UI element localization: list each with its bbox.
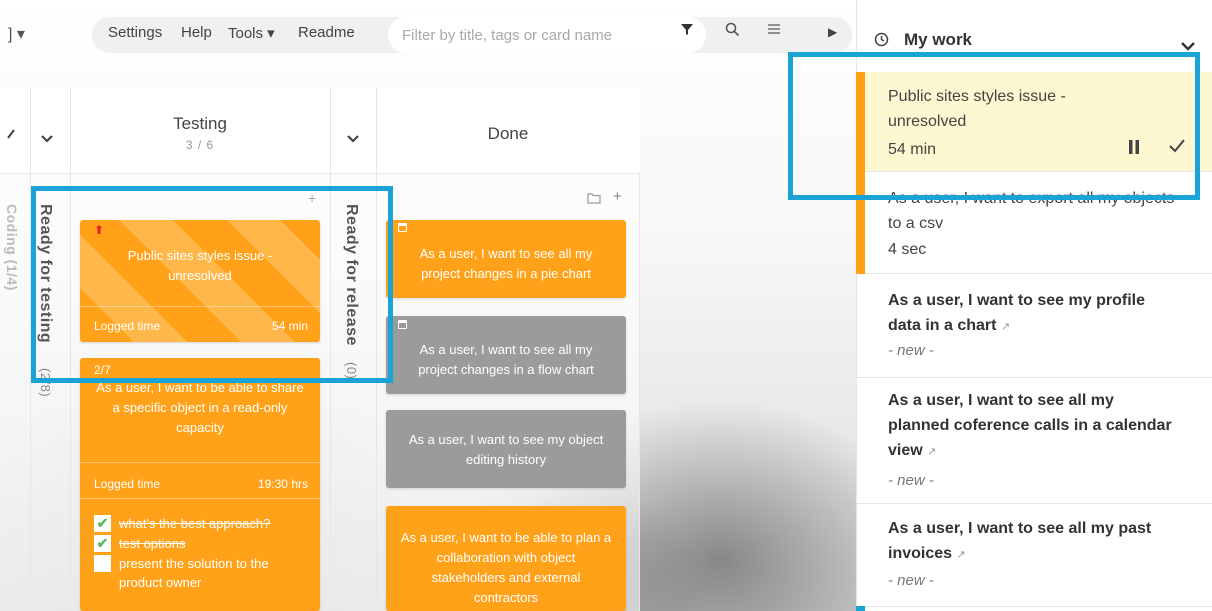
caret-right-icon[interactable]: ▶	[828, 25, 837, 39]
collapse-column-icon[interactable]	[6, 124, 16, 145]
folder-icon[interactable]	[587, 191, 601, 209]
card-title: As a user, I want to see my object editi…	[408, 432, 604, 467]
card-pie-chart[interactable]: As a user, I want to see all my project …	[386, 220, 626, 298]
card-share-object[interactable]: 2/7 As a user, I want to be able to shar…	[80, 358, 320, 611]
column-title-done: Done	[487, 124, 529, 143]
checkbox-checked[interactable]: ✔	[94, 535, 111, 552]
column-count-testing: 3 / 6	[185, 138, 215, 152]
logged-time-value: 19:30 hrs	[257, 477, 308, 491]
work-item-title: As a user, I want to see all my past inv…	[888, 520, 1152, 562]
work-item-title: As a user, I want to see my profile data…	[888, 292, 1145, 334]
card-logged-time: Logged time 19:30 hrs	[94, 474, 308, 494]
card-title: As a user, I want to see all my project …	[418, 342, 594, 377]
external-link-icon[interactable]: ↗	[956, 549, 965, 561]
filter-icon[interactable]	[680, 22, 694, 41]
card-collaboration[interactable]: As a user, I want to be able to plan a c…	[386, 506, 626, 611]
checkbox-unchecked[interactable]	[94, 555, 111, 572]
item-color-bar	[856, 606, 865, 611]
readme-link[interactable]: Readme	[298, 24, 355, 41]
card-divider	[80, 498, 320, 499]
card-title: As a user, I want to be able to plan a c…	[400, 530, 612, 605]
work-item-title: As a user, I want to see all my planned …	[888, 392, 1172, 459]
card-title: As a user, I want to see all my project …	[419, 246, 593, 281]
calendar-icon	[398, 223, 407, 232]
checkbox-checked[interactable]: ✔	[94, 515, 111, 532]
card-flow-chart[interactable]: As a user, I want to see all my project …	[386, 316, 626, 394]
card-editing-history[interactable]: As a user, I want to see my object editi…	[386, 410, 626, 488]
my-work-title: My work	[904, 30, 973, 49]
work-item-status: - new -	[888, 342, 934, 359]
calendar-icon	[398, 320, 407, 329]
board-selector[interactable]: ] ▾	[8, 24, 25, 44]
tools-menu[interactable]: Tools ▾	[228, 24, 275, 42]
chevron-down-icon[interactable]	[40, 128, 54, 149]
highlight-box-my-work	[788, 52, 1200, 200]
filter-input[interactable]	[388, 17, 706, 53]
external-link-icon[interactable]: ↗	[1001, 321, 1010, 333]
work-item-status: - new -	[888, 572, 934, 589]
chevron-down-icon[interactable]	[346, 128, 360, 149]
logged-time-label: Logged time	[94, 477, 161, 491]
highlight-box-card	[31, 186, 393, 383]
menu-icon[interactable]	[767, 22, 781, 41]
column-title-testing: Testing	[173, 114, 227, 133]
checklist-item[interactable]: ✔ what's the best approach?	[94, 514, 310, 533]
add-card-icon[interactable]: +	[613, 188, 622, 205]
external-link-icon[interactable]: ↗	[927, 446, 936, 458]
checklist-item[interactable]: ✔ test options	[94, 534, 310, 553]
lane-label-coding: Coding (1/4)	[4, 204, 20, 291]
checklist-item[interactable]: present the solution to the product owne…	[94, 554, 310, 592]
work-item-time: 4 sec	[888, 241, 927, 258]
search-icon[interactable]	[725, 22, 740, 42]
card-title: As a user, I want to be able to share a …	[96, 380, 304, 435]
clock-icon	[874, 32, 889, 52]
work-item-status: - new -	[888, 472, 934, 489]
settings-link[interactable]: Settings	[108, 24, 162, 41]
help-link[interactable]: Help	[181, 24, 212, 41]
card-divider	[80, 462, 320, 463]
